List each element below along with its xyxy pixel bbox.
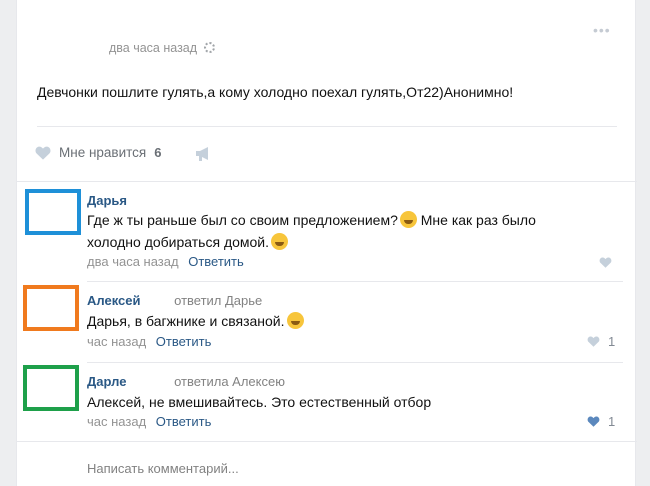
post-time-text[interactable]: два часа назад (109, 41, 197, 55)
comment-like-count: 1 (608, 414, 616, 429)
gear-icon (203, 42, 215, 53)
heart-icon (587, 416, 600, 427)
comment-time[interactable]: час назад (87, 334, 146, 349)
reply-to-label[interactable]: ответил Дарье (174, 293, 262, 308)
emoji-icon (399, 211, 417, 228)
emoji-icon (286, 312, 304, 329)
comment-divider (87, 281, 623, 282)
comment-text: Дарья, в багжнике и связаной. (87, 310, 304, 332)
comment-text: Где ж ты раньше был со своим предложение… (87, 209, 536, 253)
reply-to-label[interactable]: ответила Алексею (174, 374, 285, 389)
comment-time[interactable]: час назад (87, 414, 146, 429)
comment-text-part: Где ж ты раньше был со своим предложение… (87, 212, 398, 228)
post-timestamp[interactable]: два часа назад (109, 41, 215, 55)
reply-button[interactable]: Ответить (188, 254, 244, 269)
emoji-icon (271, 233, 289, 250)
comment-header: Алексей ответил Дарье (87, 293, 262, 308)
reply-button[interactable]: Ответить (156, 334, 212, 349)
comment-text-part: Мне как раз было (416, 212, 536, 228)
post-divider (37, 126, 617, 127)
comments-divider (17, 181, 637, 182)
comment-time[interactable]: два часа назад (87, 254, 179, 269)
heart-icon (587, 336, 600, 347)
reply-button[interactable]: Ответить (156, 414, 212, 429)
heart-icon[interactable] (599, 257, 612, 268)
comment-text: Алексей, не вмешивайтесь. Это естественн… (87, 394, 432, 410)
comment-like-button[interactable]: 1 (587, 334, 615, 349)
more-options-icon[interactable]: ••• (593, 22, 611, 38)
like-label: Мне нравится (59, 145, 147, 160)
comment-author[interactable]: Дарья (87, 193, 127, 208)
comment-input[interactable]: Написать комментарий... (87, 461, 239, 476)
heart-icon (35, 146, 51, 160)
comment-text-part: холодно добираться домой. (87, 234, 270, 250)
comment-meta: два часа назад Ответить (87, 254, 244, 269)
post-card: два часа назад ••• Девчонки пошлите гуля… (16, 0, 637, 486)
comment-author[interactable]: Алексей (87, 293, 141, 308)
input-divider (17, 441, 637, 442)
comment-like-button[interactable]: 1 (587, 414, 615, 429)
comment-meta: час назад Ответить (87, 334, 211, 349)
comment-meta: час назад Ответить (87, 414, 211, 429)
comment-author[interactable]: Дарле (87, 374, 126, 389)
like-button[interactable]: Мне нравится 6 (35, 145, 161, 160)
avatar[interactable] (25, 189, 81, 235)
comment-like-count: 1 (608, 334, 616, 349)
like-count: 6 (154, 145, 162, 160)
avatar[interactable] (23, 365, 79, 411)
avatar[interactable] (23, 285, 79, 331)
comment-text-part: Дарья, в багжнике и связаной. (87, 313, 285, 329)
post-text: Девчонки пошлите гулять,а кому холодно п… (37, 84, 514, 100)
comment-header: Дарле ответила Алексею (87, 374, 285, 389)
megaphone-icon[interactable] (195, 146, 213, 161)
comment-divider (87, 362, 623, 363)
